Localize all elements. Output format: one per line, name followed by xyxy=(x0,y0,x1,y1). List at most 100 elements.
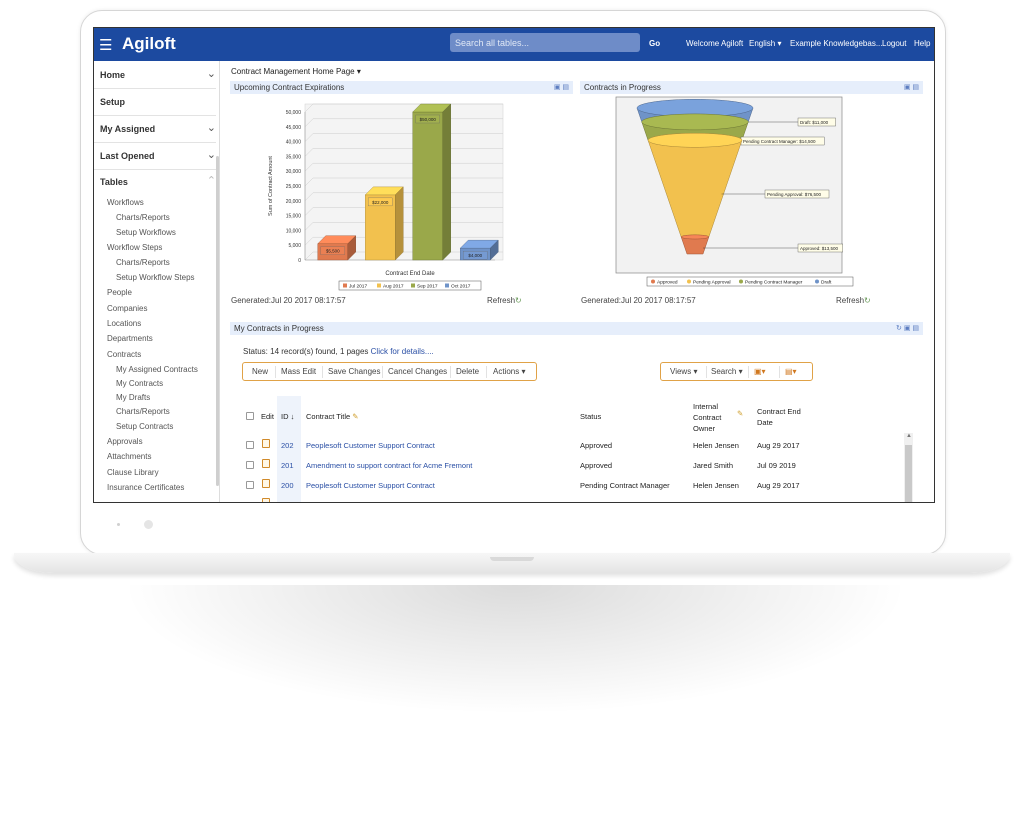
search-button[interactable]: Search ▾ xyxy=(711,367,743,376)
app-logo[interactable]: Agiloft xyxy=(122,34,176,54)
y-tick-label: 20,000 xyxy=(286,199,302,205)
cancel-changes-button[interactable]: Cancel Changes xyxy=(388,367,447,376)
breadcrumb[interactable]: Contract Management Home Page ▾ xyxy=(231,67,361,76)
refresh-button[interactable]: Refresh↻ xyxy=(487,296,522,305)
mass-edit-button[interactable]: Mass Edit xyxy=(281,367,316,376)
contract-title-link[interactable]: Peoplesoft Customer Support Contract xyxy=(306,441,435,450)
print-icon[interactable]: ▤▾ xyxy=(785,367,797,376)
sidebar-item-charts-reports[interactable]: Charts/Reports xyxy=(116,258,170,267)
sidebar-item-approvals[interactable]: Approvals xyxy=(107,437,143,446)
column-header-contract-title[interactable]: Contract Title ✎ xyxy=(306,412,359,421)
sidebar-item-workflow-steps[interactable]: Workflow Steps xyxy=(107,243,162,252)
details-link[interactable]: Click for details.... xyxy=(371,347,434,356)
sidebar-item-my-assigned-contracts[interactable]: My Assigned Contracts xyxy=(116,365,198,374)
status-cell: Approved xyxy=(580,441,613,450)
export-icon[interactable]: ▣▾ xyxy=(754,367,766,376)
funnel-chart: Draft: $11,000 Pending Contract Manager: … xyxy=(615,96,871,292)
edit-record-icon[interactable] xyxy=(262,459,270,468)
owner-cell: Jared Smith xyxy=(693,461,734,470)
sidebar-item-insurance-certificates[interactable]: Insurance Certificates xyxy=(107,483,184,492)
sidebar-section-tables[interactable]: Tables ⌃ xyxy=(100,175,216,187)
y-tick-label: 45,000 xyxy=(286,125,302,131)
panel-header-expirations: Upcoming Contract Expirations ▣ ▤ xyxy=(230,81,573,94)
y-tick-label: 50,000 xyxy=(286,110,302,116)
sidebar-item-people[interactable]: People xyxy=(107,288,132,297)
panel-options-icon[interactable]: ▣ ▤ xyxy=(904,81,919,94)
pencil-icon: ✎ xyxy=(352,412,359,421)
views-button[interactable]: Views ▾ xyxy=(670,367,697,376)
end-date-cell: Aug 29 2017 xyxy=(757,441,800,450)
refresh-icon: ↻ xyxy=(515,296,522,305)
column-header-owner[interactable]: Internal Contract Owner xyxy=(693,401,733,434)
divider xyxy=(94,142,216,143)
sidebar-item-setup-workflows[interactable]: Setup Workflows xyxy=(116,228,176,237)
y-tick-label: 5,000 xyxy=(288,243,301,249)
column-header-status[interactable]: Status xyxy=(580,412,601,421)
column-header-end-date[interactable]: Contract End Date xyxy=(757,406,813,428)
contract-title-link[interactable]: Amendment to support contract for Acme F… xyxy=(306,461,472,470)
edit-record-icon[interactable] xyxy=(262,439,270,448)
welcome-link[interactable]: Welcome Agiloft xyxy=(686,39,743,48)
data-label: $50,000 xyxy=(420,117,437,122)
sidebar-item-setup-contracts[interactable]: Setup Contracts xyxy=(116,422,173,431)
edit-record-icon[interactable] xyxy=(262,479,270,488)
search-input[interactable] xyxy=(450,33,640,52)
new-button[interactable]: New xyxy=(252,367,268,376)
sidebar-item-charts-reports[interactable]: Charts/Reports xyxy=(116,407,170,416)
sidebar-section-setup[interactable]: Setup xyxy=(100,97,216,107)
data-label: $5,500 xyxy=(326,249,340,254)
view-toolbar: Views ▾ Search ▾ ▣▾ ▤▾ xyxy=(660,362,813,381)
row-checkbox[interactable] xyxy=(246,441,254,449)
chevron-down-icon: ⌄ xyxy=(206,68,216,80)
save-changes-button[interactable]: Save Changes xyxy=(328,367,380,376)
funnel-segment-top xyxy=(680,234,710,240)
actions-button[interactable]: Actions ▾ xyxy=(493,367,525,376)
sidebar-section-my-assigned[interactable]: My Assigned ⌄ xyxy=(100,122,216,134)
sidebar-item-attachments[interactable]: Attachments xyxy=(107,452,151,461)
sidebar-item-locations[interactable]: Locations xyxy=(107,319,141,328)
help-link[interactable]: Help xyxy=(914,39,930,48)
select-all-checkbox[interactable] xyxy=(246,412,254,420)
sidebar-item-departments[interactable]: Departments xyxy=(107,334,153,343)
legend-swatch xyxy=(445,283,449,288)
sidebar-section-last-opened[interactable]: Last Opened ⌄ xyxy=(100,149,216,161)
status-line: Status: 14 record(s) found, 1 pages Clic… xyxy=(243,347,434,356)
edit-record-icon[interactable] xyxy=(262,498,270,502)
sidebar-item-setup-workflow-steps[interactable]: Setup Workflow Steps xyxy=(116,273,195,282)
panel-options-icon[interactable]: ↻ ▣ ▤ xyxy=(896,322,919,335)
divider xyxy=(322,366,323,378)
hamburger-menu-icon[interactable]: ☰ xyxy=(99,36,112,54)
logout-link[interactable]: Logout xyxy=(882,39,906,48)
contract-title-link[interactable]: Peoplesoft Customer Support Contract xyxy=(306,481,435,490)
sidebar-item-my-contracts[interactable]: My Contracts xyxy=(116,379,163,388)
legend-label: Draft xyxy=(821,279,832,285)
knowledgebase-link[interactable]: Example Knowledgebas... xyxy=(790,39,883,48)
refresh-button[interactable]: Refresh↻ xyxy=(836,296,871,305)
sidebar-item-workflows[interactable]: Workflows xyxy=(107,198,144,207)
column-header-id[interactable]: ID ↓ xyxy=(281,412,294,421)
sidebar-item-my-drafts[interactable]: My Drafts xyxy=(116,393,150,402)
record-id-link[interactable]: 201 xyxy=(281,461,294,470)
table-scrollbar-thumb[interactable] xyxy=(905,445,912,502)
language-menu[interactable]: English ▾ xyxy=(749,39,782,48)
delete-button[interactable]: Delete xyxy=(456,367,479,376)
funnel-segment-top xyxy=(641,113,749,131)
record-id-link[interactable]: 200 xyxy=(281,481,294,490)
divider xyxy=(94,169,216,170)
chevron-down-icon: ▾ xyxy=(521,367,526,376)
row-checkbox[interactable] xyxy=(246,481,254,489)
record-id-link[interactable]: 202 xyxy=(281,441,294,450)
sidebar-item-companies[interactable]: Companies xyxy=(107,304,147,313)
sidebar: Home ⌄ Setup My Assigned ⌄ Last Opened ⌄ Ta… xyxy=(94,61,220,502)
sidebar-section-home[interactable]: Home ⌄ xyxy=(100,68,216,80)
sidebar-item-contracts[interactable]: Contracts xyxy=(107,350,141,359)
row-checkbox[interactable] xyxy=(246,461,254,469)
sidebar-scrollbar[interactable] xyxy=(216,156,219,486)
panel-options-icon[interactable]: ▣ ▤ xyxy=(554,81,569,94)
go-button[interactable]: Go xyxy=(649,39,660,48)
scroll-up-icon[interactable]: ▲ xyxy=(906,433,912,439)
sidebar-item-charts-reports[interactable]: Charts/Reports xyxy=(116,213,170,222)
record-toolbar: New Mass Edit Save Changes Cancel Change… xyxy=(242,362,537,381)
data-label: Pending Approval: $76,500 xyxy=(767,192,822,197)
sidebar-item-clause-library[interactable]: Clause Library xyxy=(107,468,159,477)
